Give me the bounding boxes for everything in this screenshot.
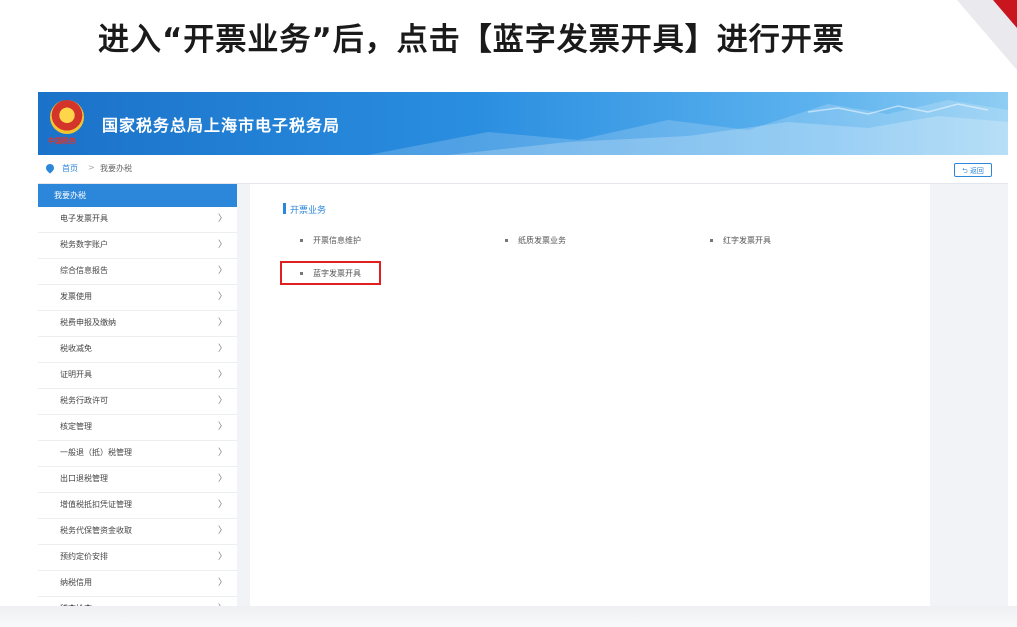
highlight-box (280, 261, 381, 285)
sidebar: 我要办税 电子发票开具〉税务数字账户〉综合信息报告〉发票使用〉税费申报及缴纳〉税… (38, 184, 237, 606)
tax-portal-screenshot: 中国税务 国家税务总局上海市电子税务局 首页 > 我要办税 ⮌ 返回 我要办税 … (38, 92, 1008, 606)
location-pin-icon (44, 162, 56, 174)
chevron-right-icon: 〉 (217, 318, 227, 328)
breadcrumb-home-link[interactable]: 首页 (62, 163, 78, 174)
bullet-icon (300, 239, 303, 242)
back-button-label: 返回 (969, 167, 984, 175)
sidebar-item[interactable]: 税务数字账户 〉 (38, 233, 237, 259)
sidebar-item-label: 税务数字账户 (60, 240, 108, 249)
option-invoice-info-maintenance[interactable]: 开票信息维护 (300, 235, 361, 246)
option-paper-invoice-business[interactable]: 纸质发票业务 (505, 235, 566, 246)
sidebar-menu: 电子发票开具〉税务数字账户〉综合信息报告〉发票使用〉税费申报及缴纳〉税收减免〉证… (38, 207, 237, 606)
chevron-right-icon: 〉 (217, 240, 227, 250)
sidebar-item-label: 核定管理 (60, 422, 92, 431)
slide-headline: 进入“开票业务”后，点击【蓝字发票开具】进行开票 (98, 22, 845, 58)
sidebar-item-label: 电子发票开具 (60, 214, 108, 223)
sidebar-item[interactable]: 税务代保管资金收取 〉 (38, 519, 237, 545)
sidebar-item-label: 税务行政许可 (60, 396, 108, 405)
sidebar-item[interactable]: 税费申报及缴纳 〉 (38, 311, 237, 337)
sidebar-item[interactable]: 增值税抵扣凭证管理 〉 (38, 493, 237, 519)
chevron-right-icon: 〉 (217, 448, 227, 458)
sidebar-item[interactable]: 出口退税管理 〉 (38, 467, 237, 493)
sidebar-item-label: 预约定价安排 (60, 552, 108, 561)
back-arrow-icon: ⮌ (962, 167, 970, 175)
emblem-caption: 中国税务 (48, 137, 76, 145)
portal-title: 国家税务总局上海市电子税务局 (102, 116, 341, 135)
sidebar-item-label: 出口退税管理 (60, 474, 108, 483)
chevron-right-icon: 〉 (217, 578, 227, 588)
sidebar-item[interactable]: 电子发票开具 〉 (38, 207, 237, 233)
chevron-right-icon: 〉 (217, 214, 227, 224)
great-wall-mountain-graphic (368, 100, 1008, 155)
chevron-right-icon: 〉 (217, 370, 227, 380)
sidebar-header[interactable]: 我要办税 (38, 184, 237, 207)
sidebar-item-label: 增值税抵扣凭证管理 (60, 500, 132, 509)
section-title: 开票业务 (290, 206, 327, 216)
sidebar-item[interactable]: 税收减免 〉 (38, 337, 237, 363)
sidebar-item-label: 一般退（抵）税管理 (60, 448, 132, 457)
bullet-icon (710, 239, 713, 242)
breadcrumb: 首页 > 我要办税 (38, 155, 1008, 184)
sidebar-item-label: 税务代保管资金收取 (60, 526, 132, 535)
sidebar-item-label: 税收减免 (60, 344, 92, 353)
chevron-right-icon: 〉 (217, 526, 227, 536)
sidebar-item[interactable]: 发票使用 〉 (38, 285, 237, 311)
sidebar-item-label: 纳税信用 (60, 578, 92, 587)
chevron-right-icon: 〉 (217, 422, 227, 432)
sidebar-item[interactable]: 一般退（抵）税管理 〉 (38, 441, 237, 467)
chevron-right-icon: 〉 (217, 500, 227, 510)
sidebar-item-label: 发票使用 (60, 292, 92, 301)
sidebar-item[interactable]: 核定管理 〉 (38, 415, 237, 441)
sidebar-item[interactable]: 稽查检查〉 (38, 597, 237, 606)
bullet-icon (505, 239, 508, 242)
slide-floor-shadow (0, 606, 1017, 627)
sidebar-item-label: 税费申报及缴纳 (60, 318, 116, 327)
chevron-right-icon: 〉 (217, 396, 227, 406)
section-marker (283, 203, 286, 214)
chevron-right-icon: 〉 (217, 292, 227, 302)
chevron-right-icon: 〉 (218, 597, 227, 606)
tax-emblem-icon (50, 100, 84, 134)
sidebar-item[interactable]: 综合信息报告 〉 (38, 259, 237, 285)
slide-corner-accent (993, 0, 1017, 28)
back-button[interactable]: ⮌ 返回 (954, 163, 992, 177)
sidebar-item[interactable]: 预约定价安排 〉 (38, 545, 237, 571)
portal-banner: 中国税务 国家税务总局上海市电子税务局 (38, 92, 1008, 155)
main-panel: 开票业务 开票信息维护 纸质发票业务 红字发票开具 蓝字发票开具 (250, 184, 930, 606)
chevron-right-icon: 〉 (217, 344, 227, 354)
sidebar-item-label: 证明开具 (60, 370, 92, 379)
chevron-right-icon: 〉 (217, 474, 227, 484)
breadcrumb-separator: > (88, 163, 95, 172)
sidebar-item[interactable]: 纳税信用 〉 (38, 571, 237, 597)
sidebar-item-label: 综合信息报告 (60, 266, 108, 275)
option-red-invoice-issue[interactable]: 红字发票开具 (710, 235, 771, 246)
sidebar-item[interactable]: 证明开具 〉 (38, 363, 237, 389)
sidebar-item[interactable]: 税务行政许可 〉 (38, 389, 237, 415)
chevron-right-icon: 〉 (217, 266, 227, 276)
chevron-right-icon: 〉 (217, 552, 227, 562)
breadcrumb-current: 我要办税 (100, 164, 132, 173)
